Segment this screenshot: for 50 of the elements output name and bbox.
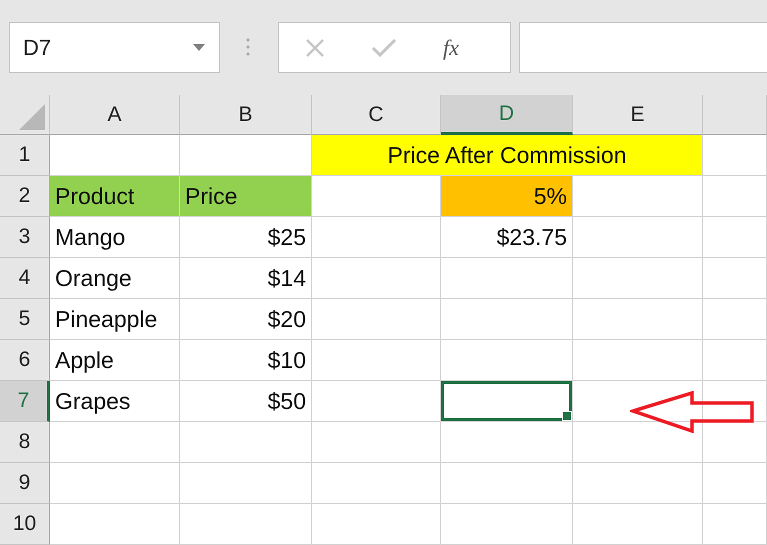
table-cell: $10 (180, 340, 312, 381)
table-cell (703, 176, 767, 217)
table-cell: $14 (180, 258, 312, 299)
table-cell: Mango (50, 217, 180, 258)
row-header[interactable]: 4 (0, 258, 50, 299)
table-cell: $50 (180, 381, 312, 422)
name-box[interactable]: D7 (9, 22, 220, 73)
column-header[interactable]: A (50, 95, 180, 135)
column-header[interactable]: C (312, 95, 441, 135)
table-cell (703, 299, 767, 340)
table-cell (703, 504, 767, 545)
column-header[interactable] (703, 95, 767, 135)
column-header[interactable]: B (180, 95, 312, 135)
table-cell: Apple (50, 340, 180, 381)
table-cell (703, 258, 767, 299)
insert-function-button[interactable]: fx (443, 34, 459, 60)
row-header[interactable]: 6 (0, 340, 50, 381)
table-cell: 5% (441, 176, 573, 217)
row-header[interactable]: 7 (0, 381, 50, 422)
left-arrow-icon (630, 391, 756, 433)
cancel-icon[interactable] (305, 38, 325, 58)
row-header[interactable]: 3 (0, 217, 50, 258)
check-icon[interactable] (371, 38, 397, 58)
row-header[interactable]: 9 (0, 463, 50, 504)
row-header[interactable]: 1 (0, 135, 50, 176)
caret-icon[interactable] (193, 44, 205, 51)
table-cell: $20 (180, 299, 312, 340)
table-cell (703, 340, 767, 381)
table-cell: $25 (180, 217, 312, 258)
table-cell (703, 422, 767, 463)
table-cell (703, 135, 767, 176)
row-header[interactable]: 2 (0, 176, 50, 217)
column-header[interactable]: E (573, 95, 703, 135)
row-header[interactable]: 10 (0, 504, 50, 545)
table-cell: Price After Commission (312, 135, 703, 176)
row-header[interactable]: 8 (0, 422, 50, 463)
table-cell: Price (180, 176, 312, 217)
table-cell (703, 217, 767, 258)
grip-icon (246, 38, 250, 56)
table-cell: Product (50, 176, 180, 217)
fill-handle[interactable] (562, 411, 572, 421)
column-header[interactable]: D (441, 95, 573, 135)
table-cell: Orange (50, 258, 180, 299)
table-cell (703, 463, 767, 504)
select-all-icon[interactable] (19, 104, 45, 130)
formula-field[interactable] (519, 22, 767, 73)
table-cell: $23.75 (441, 217, 573, 258)
table-cell: Pineapple (50, 299, 180, 340)
row-header[interactable]: 5 (0, 299, 50, 340)
table-cell: Grapes (50, 381, 180, 422)
